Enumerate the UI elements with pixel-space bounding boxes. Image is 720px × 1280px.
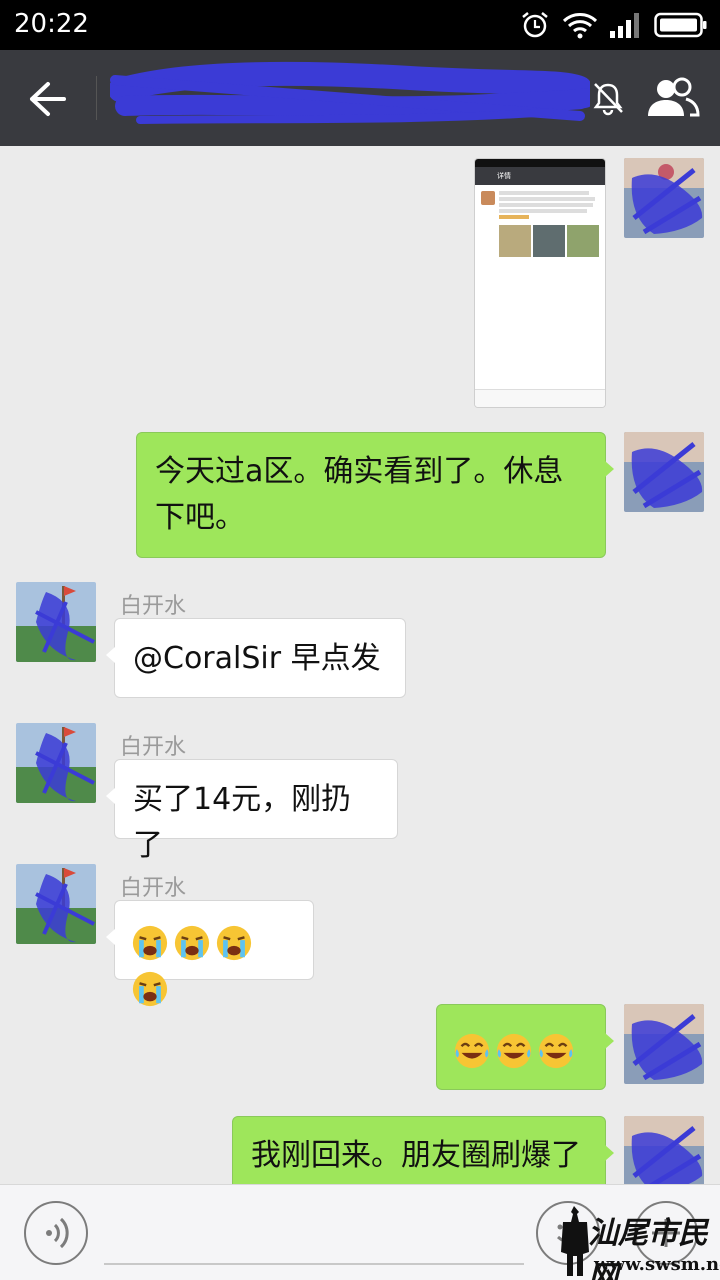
outgoing-emoji-message[interactable]	[436, 1004, 614, 1090]
sender-name: 白开水	[120, 735, 187, 760]
message-text: 今天过a区。确实看到了。休息下吧。	[155, 454, 564, 535]
wifi-icon	[562, 13, 598, 39]
status-time: 20:22	[14, 9, 89, 39]
alarm-icon	[522, 12, 548, 38]
chat-area[interactable]: 详情 今天过a区。确实看到了。休息下吧。 白开水 @CoralSir 早点发 白…	[0, 146, 720, 1184]
image-preview-avatar	[481, 191, 495, 205]
tears-of-joy-face-icon	[454, 1033, 490, 1068]
my-avatar[interactable]	[624, 1004, 704, 1084]
sender-name: 白开水	[120, 876, 187, 901]
header-divider	[96, 76, 97, 120]
message-text: 我刚回来。朋友圈刷爆了	[251, 1138, 581, 1173]
signal-icon	[610, 13, 639, 38]
status-bar: 20:22	[0, 0, 720, 50]
incoming-message[interactable]: 买了14元，刚扔了	[106, 759, 398, 863]
image-preview-status	[475, 159, 605, 167]
contact-avatar[interactable]	[16, 723, 96, 803]
image-preview-text	[475, 185, 605, 225]
battery-icon	[654, 12, 707, 38]
image-preview-footer	[475, 389, 605, 407]
sender-name: 白开水	[120, 594, 187, 619]
tears-of-joy-face-icon	[538, 1033, 574, 1068]
my-avatar[interactable]	[624, 1116, 704, 1184]
redaction-scribble	[110, 61, 590, 124]
loudly-crying-face-icon	[132, 971, 168, 1006]
voice-icon	[46, 1217, 69, 1249]
my-avatar[interactable]	[624, 432, 704, 512]
outgoing-message[interactable]: 我刚回来。朋友圈刷爆了	[232, 1116, 614, 1184]
loudly-crying-face-icon	[174, 925, 210, 960]
image-message[interactable]: 详情	[474, 158, 606, 408]
mute-bell-icon	[593, 83, 623, 116]
tears-of-joy-face-icon	[496, 1033, 532, 1068]
message-input[interactable]	[104, 1205, 524, 1265]
voice-button[interactable]	[24, 1201, 88, 1265]
loudly-crying-face-icon	[132, 925, 168, 960]
message-text: @CoralSir 早点发	[133, 641, 381, 676]
contact-avatar[interactable]	[16, 582, 96, 662]
back-button[interactable]	[22, 76, 72, 122]
loudly-crying-face-icon	[216, 925, 252, 960]
watermark-url: www.swsm.net	[594, 1254, 720, 1275]
message-text: 买了14元，刚扔了	[133, 782, 352, 863]
contact-avatar[interactable]	[16, 864, 96, 944]
incoming-message[interactable]: @CoralSir 早点发	[106, 618, 406, 698]
incoming-emoji-message[interactable]	[106, 900, 314, 1006]
group-members-button[interactable]	[642, 74, 702, 122]
chat-header	[0, 50, 720, 146]
image-preview-header: 详情	[475, 167, 605, 185]
my-avatar[interactable]	[624, 158, 704, 238]
image-preview-photos	[475, 225, 605, 257]
outgoing-message[interactable]: 今天过a区。确实看到了。休息下吧。	[136, 432, 614, 558]
